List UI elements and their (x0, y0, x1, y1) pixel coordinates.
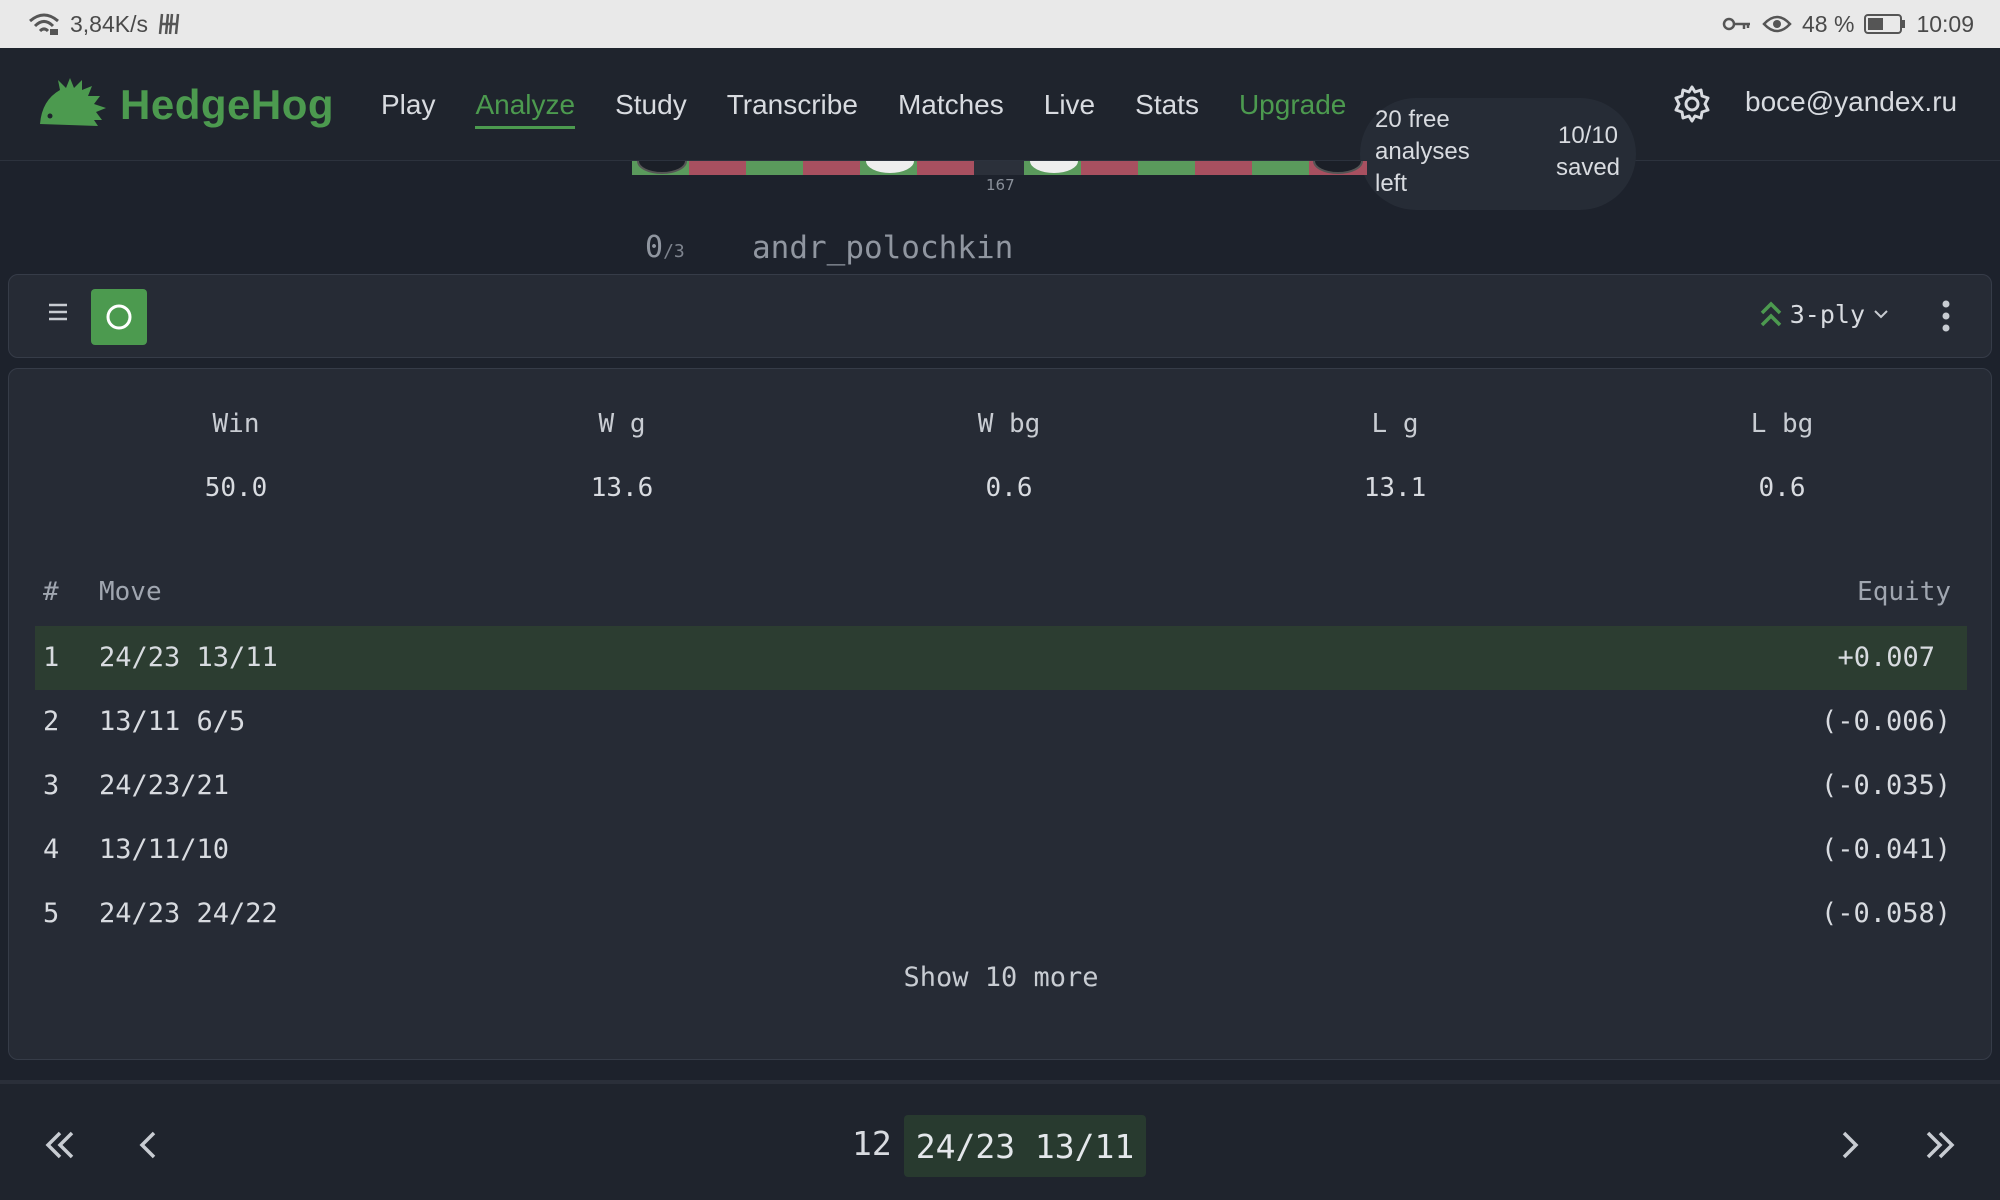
nav-analyze[interactable]: Analyze (475, 48, 575, 161)
logo[interactable]: HedgeHog (36, 76, 334, 133)
stat-value-wbg: 0.6 (985, 473, 1033, 503)
move-rank: 1 (43, 642, 60, 673)
net-speed: 3,84K/s (70, 10, 148, 37)
hamburger-menu-icon[interactable] (47, 301, 69, 328)
move-text: 24/23/21 (99, 770, 230, 801)
chevron-down-icon (1874, 310, 1888, 319)
col-header-num: # (43, 577, 59, 607)
nav-study[interactable]: Study (615, 48, 687, 161)
col-header-move: Move (99, 577, 162, 607)
first-move-icon[interactable] (44, 1130, 76, 1165)
analysis-toolbar: 3-ply (8, 274, 1992, 358)
move-equity: (-0.035) (1820, 770, 1951, 801)
stat-label-lg: L g (1371, 409, 1419, 439)
stat-value-lbg: 0.6 (1758, 473, 1806, 503)
board-bottom-edge (632, 161, 1367, 175)
show-more-button[interactable]: Show 10 more (9, 962, 1993, 993)
battery-percent: 48 % (1802, 10, 1855, 37)
match-length: /3 (663, 241, 685, 262)
stat-value-lg: 13.1 (1363, 473, 1427, 503)
player-name: andr_polochkin (752, 230, 1014, 266)
move-text: 13/11 6/5 (99, 706, 246, 737)
key-icon (1722, 14, 1752, 34)
nav-stats[interactable]: Stats (1135, 48, 1199, 161)
next-move-icon[interactable] (1840, 1130, 1860, 1165)
move-rank: 3 (43, 770, 60, 801)
move-number: 12 (852, 1124, 892, 1163)
more-options-icon[interactable] (1941, 299, 1951, 338)
hedgehog-logo-icon (36, 76, 108, 133)
nav-matches[interactable]: Matches (898, 48, 1004, 161)
hedgehog-notification-icon (158, 12, 180, 36)
settings-gear-icon[interactable] (1672, 84, 1712, 129)
move-equity: (-0.058) (1820, 898, 1951, 929)
nav-upgrade[interactable]: Upgrade (1239, 48, 1346, 161)
move-rank: 5 (43, 898, 60, 929)
saved-count: 10/10 saved (1555, 122, 1621, 181)
analysis-panel: Win W g W bg L g L bg 50.0 13.6 0.6 13.1… (8, 368, 1992, 1060)
status-bar: 3,84K/s 48 % 10:09 (0, 0, 2000, 48)
ply-select[interactable]: 3-ply (1760, 299, 1889, 329)
move-equity: +0.007 (1837, 642, 1935, 673)
score-value: 0 (645, 230, 664, 265)
stat-label-wg: W g (598, 409, 646, 439)
move-row-3[interactable]: 3 24/23/21 (-0.035) (35, 754, 1967, 818)
move-equity: (-0.006) (1820, 706, 1951, 737)
col-header-equity: Equity (1857, 577, 1951, 607)
nav-links: Play Analyze Study Transcribe Matches Li… (381, 48, 1346, 161)
move-rank: 4 (43, 834, 60, 865)
logo-text: HedgeHog (120, 80, 334, 128)
user-email[interactable]: boce@yandex.ru (1745, 86, 1957, 118)
wifi-icon (28, 11, 60, 37)
stat-value-wg: 13.6 (590, 473, 654, 503)
pip-count: 167 (986, 176, 1015, 194)
player-score: 0/3 (645, 230, 685, 265)
move-text: 24/23 13/11 (99, 642, 278, 673)
eye-icon (1762, 14, 1792, 34)
free-analyses-left: 20 free analyses left (1375, 106, 1470, 197)
move-text: 24/23 24/22 (99, 898, 278, 929)
move-rank: 2 (43, 706, 60, 737)
quota-pill: 20 free analyses left 10/10 saved (1360, 98, 1636, 210)
stat-label-lbg: L bg (1750, 409, 1814, 439)
move-navigation-bar: 12 24/23 13/11 (0, 1080, 2000, 1200)
move-text: 13/11/10 (99, 834, 230, 865)
move-row-4[interactable]: 4 13/11/10 (-0.041) (35, 818, 1967, 882)
move-row-2[interactable]: 2 13/11 6/5 (-0.006) (35, 690, 1967, 754)
circle-icon (106, 304, 132, 330)
stat-label-wbg: W bg (977, 409, 1041, 439)
move-row-1[interactable]: 1 24/23 13/11 +0.007 (35, 626, 1967, 690)
stat-label-win: Win (212, 409, 260, 439)
previous-move-icon[interactable] (138, 1130, 158, 1165)
ply-label: 3-ply (1789, 299, 1865, 329)
nav-transcribe[interactable]: Transcribe (727, 48, 858, 161)
double-chevron-up-icon (1760, 301, 1781, 327)
last-move-icon[interactable] (1924, 1130, 1956, 1165)
move-equity: (-0.041) (1820, 834, 1951, 865)
move-row-5[interactable]: 5 24/23 24/22 (-0.058) (35, 882, 1967, 946)
nav-live[interactable]: Live (1044, 48, 1095, 161)
current-move: 24/23 13/11 (904, 1115, 1146, 1177)
stat-value-win: 50.0 (204, 473, 268, 503)
player-checker-toggle[interactable] (91, 289, 147, 345)
nav-play[interactable]: Play (381, 48, 435, 161)
clock: 10:09 (1916, 10, 1974, 37)
battery-icon (1864, 13, 1906, 35)
